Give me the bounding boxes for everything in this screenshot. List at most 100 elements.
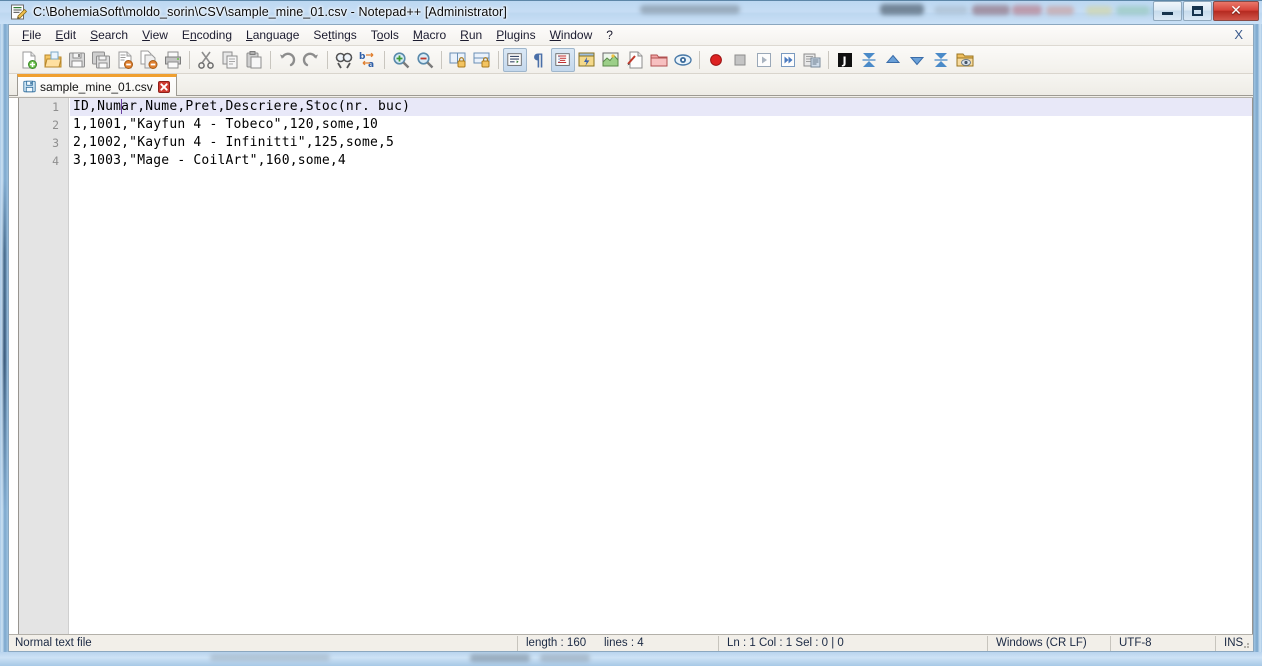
close-icon: ✕ xyxy=(1230,3,1242,19)
status-bar: Normal text file length : 160 lines : 4 … xyxy=(9,634,1253,651)
editor-area[interactable]: 1 2 3 4 ID,Numar,Nume,Pret,Descriere,Sto… xyxy=(9,97,1253,634)
close-button[interactable]: ✕ xyxy=(1213,1,1259,21)
editor-viewport[interactable]: 1 2 3 4 ID,Numar,Nume,Pret,Descriere,Sto… xyxy=(18,98,1253,634)
status-lines: lines : 4 xyxy=(604,637,644,649)
menu-view[interactable]: View xyxy=(135,26,175,44)
document-map-icon[interactable] xyxy=(599,48,623,72)
user-defined-dialog-icon[interactable] xyxy=(575,48,599,72)
code-line[interactable]: ID,Numar,Nume,Pret,Descriere,Stoc(nr. bu… xyxy=(70,98,1252,116)
line-number-gutter: 1 2 3 4 xyxy=(19,98,69,634)
show-all-chars-icon[interactable]: ¶ xyxy=(527,48,551,72)
find-icon[interactable] xyxy=(332,48,356,72)
svg-text:a: a xyxy=(368,60,374,70)
menu-file[interactable]: File xyxy=(15,26,48,44)
menu-bar: File Edit Search View Encoding Language … xyxy=(9,25,1253,46)
code-line[interactable]: 1,1001,"Kayfun 4 - Tobeco",120,some,10 xyxy=(70,116,1252,134)
folder-workspace-icon[interactable] xyxy=(647,48,671,72)
record-macro-icon[interactable] xyxy=(704,48,728,72)
print-icon[interactable] xyxy=(161,48,185,72)
status-caret-position: Ln : 1 Col : 1 Sel : 0 | 0 xyxy=(727,637,844,649)
save-icon[interactable] xyxy=(65,48,89,72)
document-tab-bar: sample_mine_01.csv xyxy=(9,74,1253,96)
status-encoding: UTF-8 xyxy=(1119,637,1152,649)
maximize-button[interactable] xyxy=(1183,1,1212,21)
menu-search[interactable]: Search xyxy=(83,26,135,44)
save-macro-icon[interactable] xyxy=(800,48,824,72)
line-number: 3 xyxy=(52,136,59,150)
saved-document-icon xyxy=(23,80,36,93)
line-number: 1 xyxy=(52,100,59,114)
unfold-level-down-icon[interactable] xyxy=(905,48,929,72)
menu-encoding[interactable]: Encoding xyxy=(175,26,239,44)
menu-language[interactable]: Language xyxy=(239,26,306,44)
new-file-icon[interactable] xyxy=(17,48,41,72)
notepadpp-window: C:\BohemiaSoft\moldo_sorin\CSV\sample_mi… xyxy=(0,0,1262,666)
menu-edit[interactable]: Edit xyxy=(48,26,83,44)
close-document-button[interactable]: X xyxy=(1234,27,1243,42)
zoom-out-icon[interactable] xyxy=(413,48,437,72)
play-macro-multiple-icon[interactable] xyxy=(776,48,800,72)
sync-horizontal-scroll-icon[interactable] xyxy=(470,48,494,72)
toolbar-separator xyxy=(699,50,700,69)
play-macro-icon[interactable] xyxy=(752,48,776,72)
menu-plugins[interactable]: Plugins xyxy=(489,26,542,44)
maximize-icon xyxy=(1192,6,1203,16)
code-text-content[interactable]: ID,Numar,Nume,Pret,Descriere,Stoc(nr. bu… xyxy=(70,98,1252,634)
undo-icon[interactable] xyxy=(275,48,299,72)
save-all-icon[interactable] xyxy=(89,48,113,72)
zoom-in-icon[interactable] xyxy=(389,48,413,72)
word-wrap-icon[interactable] xyxy=(503,47,527,72)
expand-all-icon[interactable] xyxy=(929,48,953,72)
cut-icon[interactable] xyxy=(194,48,218,72)
tab-label: sample_mine_01.csv xyxy=(40,79,153,94)
window-border-right xyxy=(1254,24,1262,660)
menu-run[interactable]: Run xyxy=(453,26,489,44)
menu-window[interactable]: Window xyxy=(543,26,600,44)
redo-icon[interactable] xyxy=(299,48,323,72)
line-number: 4 xyxy=(52,154,59,168)
run-icon[interactable]: J xyxy=(833,48,857,72)
paste-icon[interactable] xyxy=(242,48,266,72)
tab-close-icon[interactable] xyxy=(157,80,170,93)
collapse-all-icon[interactable] xyxy=(857,48,881,72)
fold-level-up-icon[interactable] xyxy=(881,48,905,72)
menu-settings[interactable]: Settings xyxy=(306,26,363,44)
stop-macro-icon[interactable] xyxy=(728,48,752,72)
show-indent-guide-icon[interactable] xyxy=(551,47,575,72)
open-file-icon[interactable] xyxy=(41,48,65,72)
svg-text:b: b xyxy=(359,52,366,62)
sync-vertical-scroll-icon[interactable] xyxy=(446,48,470,72)
title-bar[interactable]: C:\BohemiaSoft\moldo_sorin\CSV\sample_mi… xyxy=(0,0,1262,26)
window-border-shadow xyxy=(3,180,6,510)
open-folder-icon[interactable] xyxy=(953,48,977,72)
minimize-button[interactable] xyxy=(1153,1,1182,21)
window-border-bottom xyxy=(0,652,1262,666)
close-all-icon[interactable] xyxy=(137,48,161,72)
minimize-icon xyxy=(1162,12,1173,15)
status-file-type: Normal text file xyxy=(15,637,92,649)
code-line[interactable]: 2,1002,"Kayfun 4 - Infinitti",125,some,5 xyxy=(70,134,1252,152)
resize-grip-icon[interactable] xyxy=(1239,638,1251,650)
svg-text:¶: ¶ xyxy=(533,51,544,70)
svg-text:J: J xyxy=(842,54,847,67)
replace-icon[interactable]: b a xyxy=(356,48,380,72)
close-file-icon[interactable] xyxy=(113,48,137,72)
toolbar-separator xyxy=(441,50,442,69)
toolbar-separator xyxy=(384,50,385,69)
code-line[interactable]: 3,1003,"Mage - CoilArt",160,some,4 xyxy=(70,152,1252,170)
function-list-icon[interactable] xyxy=(623,48,647,72)
notepad-plus-plus-icon[interactable] xyxy=(10,4,27,21)
toolbar-separator xyxy=(828,50,829,69)
text-caret xyxy=(121,99,122,114)
toolbar-separator xyxy=(498,50,499,69)
menu-macro[interactable]: Macro xyxy=(406,26,453,44)
application-client-area: File Edit Search View Encoding Language … xyxy=(8,24,1254,652)
tab-sample-mine-01-csv[interactable]: sample_mine_01.csv xyxy=(17,74,177,96)
toolbar-separator xyxy=(270,50,271,69)
toolbar: b a ¶ J xyxy=(9,46,1253,74)
copy-icon[interactable] xyxy=(218,48,242,72)
menu-tools[interactable]: Tools xyxy=(364,26,406,44)
monitoring-icon[interactable] xyxy=(671,48,695,72)
menu-help[interactable]: ? xyxy=(599,26,620,44)
status-length: length : 160 xyxy=(526,637,587,649)
